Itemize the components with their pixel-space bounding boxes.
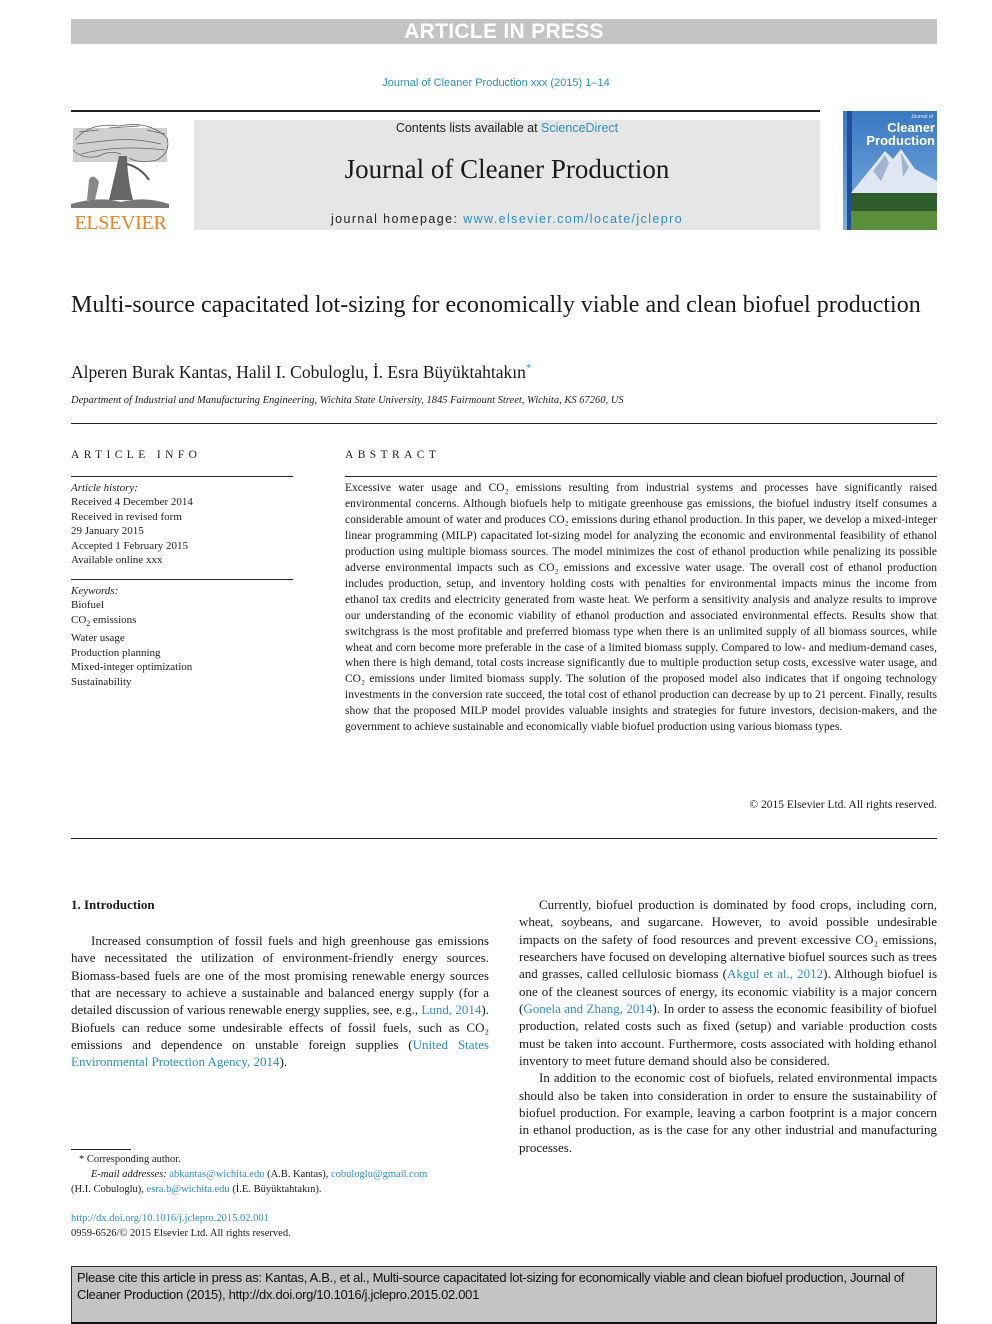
corresponding-author-mark[interactable]: * [526,362,532,374]
email-owner: (A.B. Kantas), [264,1169,331,1180]
email-link[interactable]: esra.b@wichita.edu [147,1184,230,1195]
paragraph: Increased consumption of fossil fuels an… [71,932,489,1071]
email-link[interactable]: cobuloglu@gmail.com [331,1169,427,1180]
citation-box: Please cite this article in press as: Ka… [71,1266,937,1324]
keyword-item: Mixed-integer optimization [71,661,193,674]
footnote: * Corresponding author. E-mail addresses… [71,1152,489,1197]
body-column-left: Increased consumption of fossil fuels an… [71,932,489,1071]
header-divider [71,110,820,112]
journal-homepage: journal homepage: www.elsevier.com/locat… [194,212,820,226]
cover-title-line2: Production [866,133,935,148]
journal-cover-thumbnail[interactable]: Journal of Cleaner Production [843,111,937,230]
journal-header: Contents lists available at ScienceDirec… [194,120,820,230]
citation-link[interactable]: Gonela and Zhang, 2014 [523,1001,652,1016]
cover-title: Cleaner Production [857,121,935,147]
keywords: Keywords: Biofuel CO2 emissions Water us… [71,584,192,689]
article-title: Multi-source capacitated lot-sizing for … [71,292,921,318]
doi-block: http://dx.doi.org/10.1016/j.jclepro.2015… [71,1211,291,1241]
abstract-copyright: © 2015 Elsevier Ltd. All rights reserved… [749,799,937,811]
history-item: Available online xxx [71,554,163,567]
article-in-press-banner: ARTICLE IN PRESS [71,19,937,44]
homepage-link[interactable]: www.elsevier.com/locate/jclepro [463,212,683,226]
abstract-divider [345,476,937,477]
email-owner: (H.I. Cobuloglu), [71,1184,147,1195]
journal-title: Journal of Cleaner Production [344,154,670,184]
article-history: Article history: Received 4 December 201… [71,481,193,567]
contents-prefix: Contents lists available at [395,121,542,135]
corresponding-author-note: * Corresponding author. [79,1154,181,1165]
homepage-prefix: journal homepage: [330,212,464,226]
authors: Alperen Burak Kantas, Halil I. Cobuloglu… [71,362,526,382]
keyword-item: Production planning [71,646,161,659]
footnote-divider [71,1149,131,1150]
issn-copyright: 0959-6526/© 2015 Elsevier Ltd. All right… [71,1228,291,1239]
citation-link[interactable]: Akgul et al., 2012 [727,966,823,981]
author-list: Alperen Burak Kantas, Halil I. Cobuloglu… [71,362,531,383]
history-item: Received in revised form [71,510,182,523]
section-divider [71,423,937,424]
paragraph: In addition to the economic cost of biof… [519,1070,937,1155]
history-item: Received 4 December 2014 [71,496,193,509]
history-item: 29 January 2015 [71,525,144,538]
affiliation: Department of Industrial and Manufacturi… [71,395,624,406]
text-run: ). [279,1054,288,1070]
email-addresses-cont: (H.I. Cobuloglu), esra.b@wichita.edu (İ.… [71,1182,489,1197]
contents-availability: Contents lists available at ScienceDirec… [194,121,820,135]
email-addresses: E-mail addresses: abkantas@wichita.edu (… [71,1167,489,1182]
elsevier-wordmark: ELSEVIER [74,212,167,234]
article-info-heading: ARTICLE INFO [71,449,202,461]
email-label: E-mail addresses: [91,1169,167,1180]
keywords-label: Keywords: [71,585,119,597]
abstract-heading: ABSTRACT [345,449,441,461]
email-owner: (İ.E. Büyüktahtakın). [229,1184,322,1195]
section-divider [71,838,937,839]
citation-link[interactable]: Lund, 2014 [421,1002,481,1017]
keyword-item: CO2 emissions [71,613,137,628]
keyword-item: Water usage [71,632,125,645]
history-item: Accepted 1 February 2015 [71,539,188,552]
keyword-item: Biofuel [71,599,104,612]
citation-text: Please cite this article in press as: Ka… [77,1270,905,1302]
info-divider [71,476,293,477]
history-label: Article history: [71,482,138,494]
paragraph: Currently, biofuel production is dominat… [519,896,937,1069]
sciencedirect-link[interactable]: ScienceDirect [541,121,618,135]
keyword-item: Sustainability [71,675,132,688]
introduction-heading: 1. Introduction [71,897,155,912]
journal-reference-link[interactable]: Journal of Cleaner Production xxx (2015)… [0,77,992,89]
body-column-right: Currently, biofuel production is dominat… [519,896,937,1156]
info-divider [71,579,293,580]
abstract-body: Excessive water usage and CO₂ emissions … [345,482,937,734]
elsevier-logo[interactable]: ELSEVIER [69,120,172,234]
elsevier-tree-icon [71,124,169,208]
email-link[interactable]: abkantas@wichita.edu [169,1169,264,1180]
doi-link[interactable]: http://dx.doi.org/10.1016/j.jclepro.2015… [71,1213,269,1224]
